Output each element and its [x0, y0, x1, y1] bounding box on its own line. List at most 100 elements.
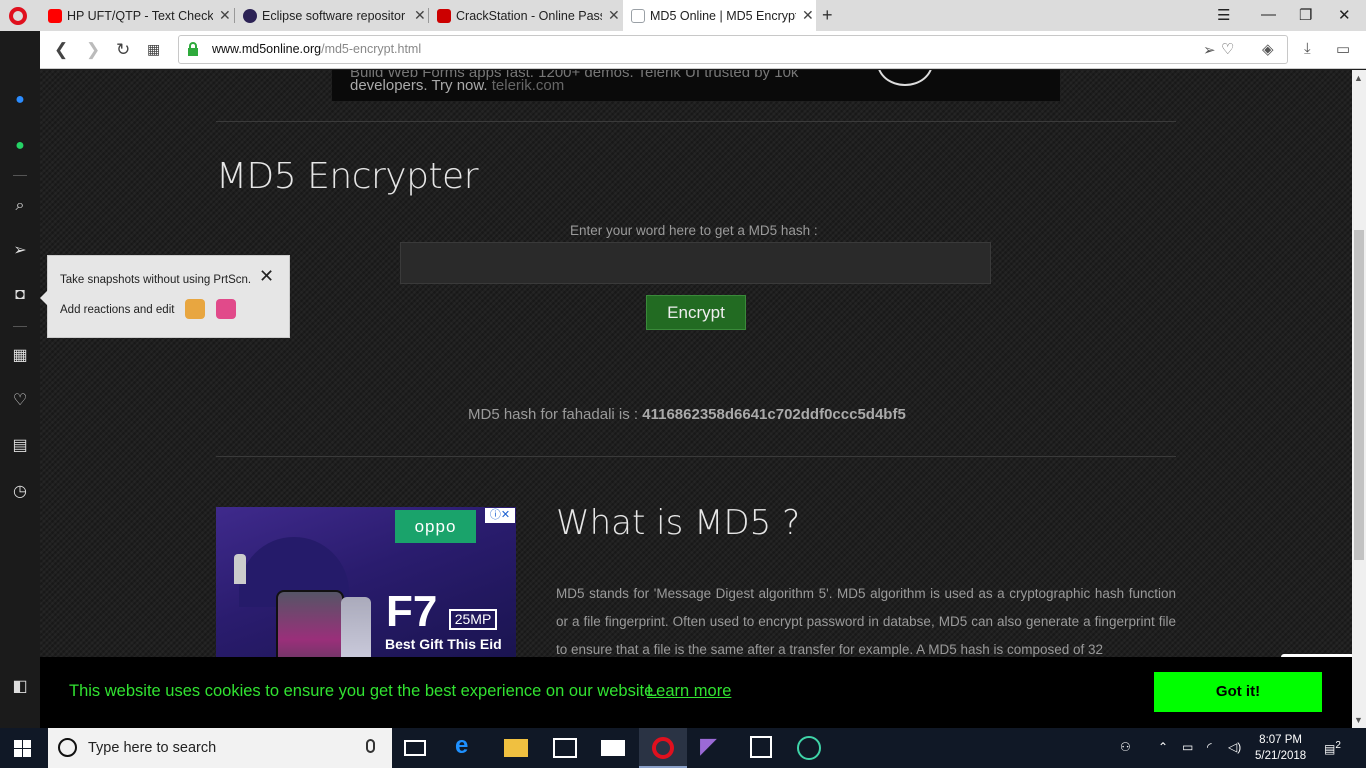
heart-icon[interactable]: ♡: [10, 391, 30, 411]
edge-icon[interactable]: e: [455, 732, 479, 759]
hash-value: 4116862358d6641c702ddf0ccc5d4bf5: [642, 406, 906, 423]
forward-icon[interactable]: ❯: [86, 40, 100, 60]
ad-domain: telerik.com: [491, 77, 565, 94]
ad-megapixel: 25MP: [449, 609, 497, 630]
tab-menu-icon[interactable]: ☰: [1217, 6, 1230, 24]
ad-line-2: developers. Try now.: [350, 77, 488, 94]
screen: HP UFT/QTP - Text Checkp ✕ Eclipse softw…: [0, 0, 1366, 768]
url-domain: www.md5online.org: [212, 42, 322, 56]
tab-bar: HP UFT/QTP - Text Checkp ✕ Eclipse softw…: [0, 0, 1366, 31]
battery-saver-icon[interactable]: ▭: [1336, 40, 1350, 58]
new-tab-button[interactable]: +: [822, 5, 833, 26]
speed-dial-icon[interactable]: ▦: [10, 346, 30, 366]
cookie-message: This website uses cookies to ensure you …: [69, 682, 658, 700]
action-center-icon[interactable]: ▤2: [1324, 740, 1341, 756]
send-icon[interactable]: ➢: [10, 241, 30, 261]
taskbar-opera-active[interactable]: [639, 728, 687, 768]
windows-taskbar: Type here to search e ◤ ⚇ ⌃ ▭ ◜ ◁) 8:07 …: [0, 728, 1366, 768]
microphone-icon[interactable]: [366, 739, 375, 753]
word-input[interactable]: [400, 242, 991, 284]
lock-icon: [188, 42, 198, 56]
send-icon[interactable]: ➢: [1203, 41, 1216, 59]
url-field[interactable]: www.md5online.org/md5-encrypt.html ➢ ♡: [178, 35, 1288, 64]
close-tab-icon[interactable]: ✕: [219, 7, 231, 24]
encrypt-button[interactable]: Encrypt: [646, 295, 746, 330]
task-view-icon[interactable]: [404, 740, 426, 756]
cortana-icon: [58, 738, 77, 757]
reload-icon[interactable]: ↻: [116, 40, 130, 60]
learn-more-link[interactable]: Learn more: [647, 682, 731, 701]
md5-description: MD5 stands for 'Message Digest algorithm…: [556, 586, 1176, 657]
wifi-icon[interactable]: ◜: [1207, 740, 1212, 754]
ad-model: F7: [386, 587, 438, 636]
clock[interactable]: 8:07 PM 5/21/2018: [1255, 732, 1306, 764]
opera-menu-icon[interactable]: [9, 7, 27, 25]
search-icon[interactable]: ⌕: [10, 196, 30, 216]
uft-icon[interactable]: [797, 736, 821, 760]
emoji-face-icon: [185, 299, 205, 319]
history-icon[interactable]: ◷: [10, 482, 30, 502]
restore-button[interactable]: ❐: [1299, 6, 1312, 24]
store-icon[interactable]: [553, 738, 577, 758]
tab-md5online[interactable]: MD5 Online | MD5 Encrypt ✕: [623, 0, 816, 31]
bookmark-heart-icon[interactable]: ♡: [1221, 40, 1234, 58]
sidebar-toggle-icon[interactable]: ◧: [10, 677, 30, 697]
snapshot-tooltip: Take snapshots without using PrtScn. Add…: [40, 255, 290, 338]
url-path: /md5-encrypt.html: [321, 42, 422, 56]
ad-tagline: Best Gift This Eid: [385, 636, 502, 652]
tab-eclipse[interactable]: Eclipse software repositor ✕: [235, 0, 428, 31]
scroll-down-icon[interactable]: ▼: [1354, 715, 1363, 725]
page-title: MD5 Encrypter: [216, 156, 479, 197]
vpn-icon[interactable]: ◈: [1262, 40, 1274, 58]
show-hidden-icons[interactable]: ⌃: [1158, 740, 1168, 754]
back-icon[interactable]: ❮: [54, 40, 68, 60]
visual-studio-icon[interactable]: ◤: [700, 733, 724, 758]
divider: [216, 121, 1176, 122]
hash-result-label: MD5 hash for fahadali is :: [468, 406, 639, 423]
top-ad-banner[interactable]: Build Web Forms apps fast. 1200+ demos. …: [332, 70, 1060, 101]
emoji-devil-icon: [216, 299, 236, 319]
close-tooltip-icon[interactable]: ✕: [259, 266, 274, 287]
input-prompt: Enter your word here to get a MD5 hash :: [570, 223, 818, 238]
section-heading: What is MD5 ?: [556, 503, 801, 543]
youtube-icon: [48, 8, 62, 23]
taskbar-search-box[interactable]: Type here to search: [48, 728, 392, 768]
file-explorer-icon[interactable]: [504, 739, 528, 757]
close-tab-icon[interactable]: ✕: [608, 7, 620, 24]
minimize-button[interactable]: —: [1261, 6, 1276, 23]
crackstation-icon: [437, 8, 451, 23]
page-scrollbar[interactable]: ▲ ▼: [1352, 70, 1366, 728]
page-icon: [631, 8, 645, 23]
close-tab-icon[interactable]: ✕: [414, 7, 426, 24]
hash-result: MD5 hash for fahadali is : 4116862358d66…: [468, 406, 906, 423]
lantern-graphic: [234, 554, 246, 584]
snapshot-tip-line-2: Add reactions and edit: [60, 304, 175, 316]
divider: [216, 456, 1176, 457]
app-icon[interactable]: [750, 736, 772, 758]
snapshot-tip-line-1: Take snapshots without using PrtScn.: [60, 274, 252, 286]
camera-icon[interactable]: ◘: [10, 285, 30, 305]
ad-close-icon[interactable]: ⓘ✕: [485, 508, 515, 523]
volume-icon[interactable]: ◁): [1228, 740, 1241, 754]
oppo-ad[interactable]: oppo ⓘ✕ F7 25MP Best Gift This Eid: [216, 507, 516, 657]
whatsapp-icon[interactable]: ●: [10, 136, 30, 156]
opera-icon: [652, 737, 674, 759]
got-it-button[interactable]: Got it!: [1154, 672, 1322, 712]
time: 8:07 PM: [1259, 734, 1302, 746]
scroll-up-icon[interactable]: ▲: [1354, 73, 1363, 83]
speed-dial-icon[interactable]: ▦: [147, 41, 160, 58]
close-tab-icon[interactable]: ✕: [802, 7, 814, 24]
scroll-thumb[interactable]: [1354, 230, 1364, 560]
tab-hp-uft[interactable]: HP UFT/QTP - Text Checkp ✕: [40, 0, 233, 31]
mail-icon[interactable]: [601, 740, 625, 756]
close-window-button[interactable]: ✕: [1338, 6, 1351, 24]
tab-crackstation[interactable]: CrackStation - Online Pass ✕: [429, 0, 622, 31]
cookie-banner: This website uses cookies to ensure you …: [40, 657, 1352, 728]
eclipse-icon: [243, 8, 257, 23]
download-icon[interactable]: ⤓: [1304, 40, 1311, 57]
messenger-icon[interactable]: ●: [10, 90, 30, 110]
windows-start-icon[interactable]: [14, 740, 32, 758]
people-icon[interactable]: ⚇: [1120, 740, 1131, 754]
news-icon[interactable]: ▤: [10, 436, 30, 456]
battery-icon[interactable]: ▭: [1182, 740, 1193, 754]
